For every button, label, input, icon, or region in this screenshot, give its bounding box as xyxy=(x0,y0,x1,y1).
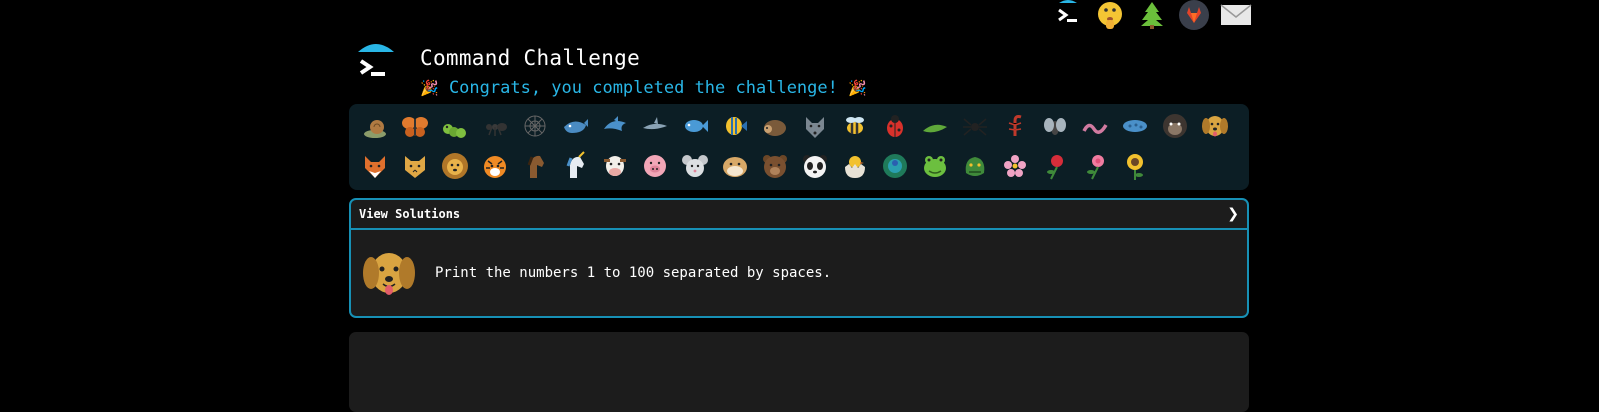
microbe-icon[interactable] xyxy=(1115,106,1155,146)
challenge-row xyxy=(355,106,1249,146)
unicorn-icon[interactable] xyxy=(555,146,595,186)
mouse-icon[interactable] xyxy=(675,146,715,186)
tiger-icon[interactable] xyxy=(475,146,515,186)
dog-icon xyxy=(359,243,419,303)
ladybug-icon[interactable] xyxy=(875,106,915,146)
ant-icon[interactable] xyxy=(475,106,515,146)
fox-icon[interactable] xyxy=(355,146,395,186)
terminal-logo-icon xyxy=(356,42,400,86)
blossom-icon[interactable] xyxy=(995,146,1035,186)
leaf-insect-icon[interactable] xyxy=(915,106,955,146)
congrats-text: Congrats, you completed the challenge! xyxy=(448,78,838,98)
page-header: Command Challenge 🎉 Congrats, you comple… xyxy=(356,42,867,98)
pig-icon[interactable] xyxy=(635,146,675,186)
flower-icon[interactable] xyxy=(1075,146,1115,186)
challenge-description: Print the numbers 1 to 100 separated by … xyxy=(351,230,1247,316)
hedgehog-icon[interactable] xyxy=(755,106,795,146)
congrats-message: 🎉 Congrats, you completed the challenge!… xyxy=(420,78,867,98)
rose-icon[interactable] xyxy=(1035,146,1075,186)
cow-icon[interactable] xyxy=(595,146,635,186)
shark-icon[interactable] xyxy=(635,106,675,146)
bee-icon[interactable] xyxy=(835,106,875,146)
hamster-icon[interactable] xyxy=(715,146,755,186)
panda-icon[interactable] xyxy=(795,146,835,186)
tree-icon[interactable] xyxy=(1136,0,1168,30)
chevron-right-icon[interactable]: ❯ xyxy=(1227,206,1239,222)
dragon-icon[interactable] xyxy=(955,146,995,186)
scorpion-icon[interactable] xyxy=(995,106,1035,146)
worm-icon[interactable] xyxy=(1075,106,1115,146)
butterfly-icon[interactable] xyxy=(395,106,435,146)
cat-icon[interactable] xyxy=(395,146,435,186)
frog-icon[interactable] xyxy=(915,146,955,186)
tropical-fish-icon[interactable] xyxy=(715,106,755,146)
gorilla-icon[interactable] xyxy=(1155,106,1195,146)
party-popper-icon: 🎉 xyxy=(420,79,439,97)
view-solutions-toggle[interactable]: View Solutions ❯ xyxy=(351,200,1247,230)
fish-icon[interactable] xyxy=(675,106,715,146)
mail-icon[interactable] xyxy=(1220,0,1252,30)
challenge-row xyxy=(355,146,1249,186)
challenge-panel: View Solutions ❯ Print the numbers 1 to … xyxy=(349,198,1249,318)
spider-web-icon[interactable] xyxy=(515,106,555,146)
hatching-chick-icon[interactable] xyxy=(835,146,875,186)
view-solutions-label: View Solutions xyxy=(359,207,461,221)
bear-icon[interactable] xyxy=(755,146,795,186)
caterpillar-icon[interactable] xyxy=(435,106,475,146)
lion-icon[interactable] xyxy=(435,146,475,186)
challenge-progress-strip xyxy=(349,104,1249,190)
snail-icon[interactable] xyxy=(355,106,395,146)
peacock-icon[interactable] xyxy=(875,146,915,186)
shush-face-icon[interactable] xyxy=(1094,0,1126,30)
horse-icon[interactable] xyxy=(515,146,555,186)
dolphin-icon[interactable] xyxy=(595,106,635,146)
top-nav xyxy=(1052,0,1252,30)
dog-icon[interactable] xyxy=(1195,106,1235,146)
sunflower-icon[interactable] xyxy=(1115,146,1155,186)
party-popper-icon: 🎉 xyxy=(848,79,867,97)
terminal-icon[interactable] xyxy=(1052,0,1084,30)
challenge-task-text: Print the numbers 1 to 100 separated by … xyxy=(435,265,832,281)
wolf-icon[interactable] xyxy=(795,106,835,146)
whale-icon[interactable] xyxy=(555,106,595,146)
gitlab-icon[interactable] xyxy=(1178,0,1210,30)
fly-icon[interactable] xyxy=(1035,106,1075,146)
terminal-area[interactable] xyxy=(349,332,1249,412)
spider-icon[interactable] xyxy=(955,106,995,146)
page-title: Command Challenge xyxy=(420,46,641,70)
